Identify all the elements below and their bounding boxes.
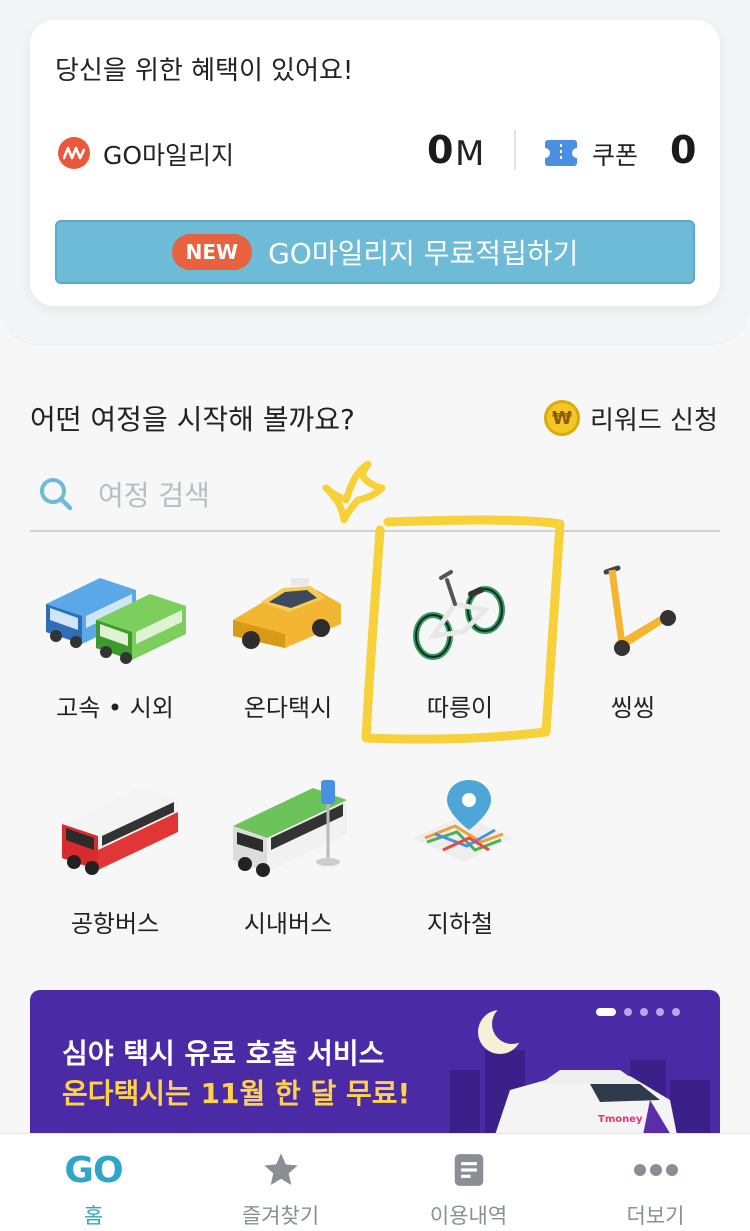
nav-label: 더보기 bbox=[626, 1204, 685, 1228]
free-mileage-label: GO마일리지 무료적립하기 bbox=[268, 237, 579, 270]
transport-intercity-bus[interactable]: 고속 • 시외 bbox=[30, 560, 200, 750]
subway-map-icon bbox=[385, 776, 535, 886]
page-dot[interactable] bbox=[596, 1008, 616, 1016]
nav-favorites[interactable]: 즐겨찾기 bbox=[187, 1134, 374, 1231]
page-dot[interactable] bbox=[672, 1008, 680, 1016]
transport-label: 공항버스 bbox=[70, 910, 160, 938]
document-icon bbox=[454, 1154, 483, 1186]
reward-label: 리워드 신청 bbox=[590, 405, 718, 436]
transport-label: 고속 • 시외 bbox=[56, 694, 174, 722]
mileage-label[interactable]: GO마일리지 bbox=[103, 136, 234, 172]
free-mileage-button[interactable]: NEW GO마일리지 무료적립하기 bbox=[55, 220, 695, 284]
search-placeholder: 여정 검색 bbox=[98, 479, 210, 512]
nav-history[interactable]: 이용내역 bbox=[375, 1134, 562, 1231]
banner-pagination[interactable] bbox=[596, 1008, 680, 1016]
coupon-icon bbox=[540, 140, 582, 166]
intercity-bus-icon bbox=[40, 560, 190, 670]
scooter-icon bbox=[558, 560, 708, 670]
coin-icon: ₩ bbox=[544, 400, 580, 436]
airport-bus-icon bbox=[40, 776, 190, 886]
nav-home[interactable]: GO 홈 bbox=[0, 1134, 187, 1231]
journey-title: 어떤 여정을 시작해 볼까요? bbox=[30, 403, 355, 436]
benefit-card: 당신을 위한 혜택이 있어요! GO마일리지 0 M 쿠폰 0 NEW GO마일… bbox=[30, 20, 720, 306]
transport-label: 씽씽 bbox=[610, 694, 656, 722]
mileage-unit: M bbox=[455, 134, 485, 174]
reward-button[interactable]: ₩ 리워드 신청 bbox=[544, 398, 718, 438]
transport-bicycle[interactable]: 따릉이 bbox=[375, 560, 545, 750]
benefit-title: 당신을 위한 혜택이 있어요! bbox=[55, 56, 354, 86]
taxi-brand-text: Tmoney bbox=[598, 1114, 643, 1125]
bicycle-icon bbox=[385, 560, 535, 670]
star-icon bbox=[263, 1153, 298, 1185]
banner-line1: 심야 택시 유료 호출 서비스 bbox=[62, 1037, 385, 1070]
transport-label: 시내버스 bbox=[243, 910, 333, 938]
page-dot[interactable] bbox=[640, 1008, 648, 1016]
more-dots-icon bbox=[633, 1164, 678, 1176]
page-dot[interactable] bbox=[624, 1008, 632, 1016]
transport-label: 따릉이 bbox=[426, 694, 494, 722]
benefits-area: 당신을 위한 혜택이 있어요! GO마일리지 0 M 쿠폰 0 NEW GO마일… bbox=[0, 0, 750, 345]
promo-banner[interactable]: Tmoney 심야 택시 유료 호출 서비스 온다택시는 11월 한 달 무료! bbox=[30, 990, 720, 1150]
mileage-row: GO마일리지 0 M 쿠폰 0 bbox=[55, 128, 696, 178]
city-bus-icon bbox=[213, 776, 363, 886]
coupon-value[interactable]: 0 bbox=[670, 128, 696, 172]
transport-label: 온다택시 bbox=[243, 694, 333, 722]
transport-taxi[interactable]: 온다택시 bbox=[203, 560, 373, 750]
transport-airport-bus[interactable]: 공항버스 bbox=[30, 776, 200, 966]
new-badge: NEW bbox=[171, 234, 253, 270]
bottom-nav: GO 홈 즐겨찾기 이용내역 더보기 bbox=[0, 1133, 750, 1231]
taxi-icon bbox=[213, 560, 363, 670]
nav-more[interactable]: 더보기 bbox=[562, 1134, 749, 1231]
banner-line2: 온다택시는 11월 한 달 무료! bbox=[62, 1077, 411, 1110]
search-icon bbox=[38, 476, 74, 512]
nav-label: 이용내역 bbox=[429, 1204, 508, 1228]
go-logo-icon: GO bbox=[64, 1149, 123, 1191]
transport-label: 지하철 bbox=[426, 910, 494, 938]
journey-search-input[interactable]: 여정 검색 bbox=[30, 458, 720, 532]
divider bbox=[514, 130, 516, 170]
transport-subway[interactable]: 지하철 bbox=[375, 776, 545, 966]
transport-scooter[interactable]: 씽씽 bbox=[548, 560, 718, 750]
nav-label: 홈 bbox=[83, 1204, 104, 1228]
coupon-label[interactable]: 쿠폰 bbox=[592, 136, 638, 172]
transport-city-bus[interactable]: 시내버스 bbox=[203, 776, 373, 966]
page-dot[interactable] bbox=[656, 1008, 664, 1016]
nav-label: 즐겨찾기 bbox=[241, 1204, 320, 1228]
mileage-icon bbox=[58, 137, 90, 169]
mileage-value[interactable]: 0 bbox=[427, 128, 453, 172]
